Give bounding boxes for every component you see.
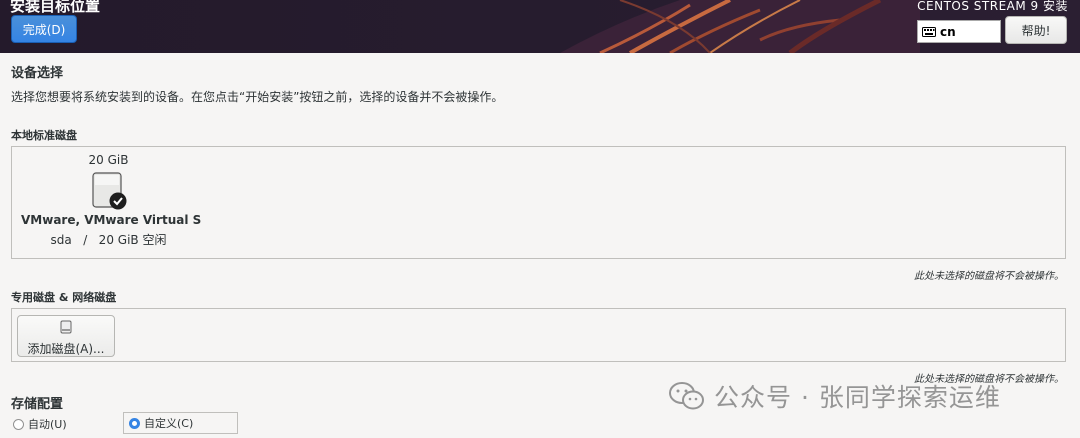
storage-config-heading: 存储配置: [11, 397, 64, 412]
keyboard-layout-indicator[interactable]: cn: [917, 20, 1001, 43]
disk-name: VMware, VMware Virtual S: [21, 213, 202, 227]
radio-automatic-indicator: [13, 418, 24, 430]
radio-custom-label: 自定义(C): [144, 417, 194, 430]
add-disk-label: 添加磁盘(A)...: [27, 342, 105, 356]
add-disk-button[interactable]: 添加磁盘(A)...: [17, 315, 115, 357]
product-title: CENTOS STREAM 9 安装: [917, 0, 1068, 13]
hard-disk-icon: [91, 172, 126, 210]
radio-automatic-label: 自动(U): [28, 418, 67, 431]
radio-custom[interactable]: 自定义(C): [123, 412, 239, 434]
local-disks-heading: 本地标准磁盘: [11, 129, 77, 142]
disk-free-space: sda / 20 GiB 空闲: [50, 233, 167, 247]
page-title: 安装目标位置: [10, 0, 101, 15]
watermark-text: 公众号 · 张同学探索运维: [714, 383, 1001, 412]
specialized-disks-panel: 添加磁盘(A)...: [11, 308, 1066, 362]
local-disks-note: 此处未选择的磁盘将不会被操作。: [914, 271, 1064, 282]
device-selection-description: 选择您想要将系统安装到的设备。在您点击“开始安装”按钮之前，选择的设备并不会被操…: [11, 90, 504, 104]
radio-automatic[interactable]: 自动(U): [13, 416, 67, 432]
keyboard-layout-label: cn: [940, 24, 956, 39]
done-button[interactable]: 完成(D): [11, 15, 77, 43]
keyboard-icon: [922, 26, 936, 37]
wechat-watermark: 公众号 · 张同学探索运维: [668, 378, 1001, 414]
local-disks-panel: 20 GiB VMware, VMware Virtual S sda / 20…: [11, 146, 1066, 259]
disk-small-icon: [60, 320, 72, 334]
disk-size: 20 GiB: [88, 153, 129, 167]
device-selection-heading: 设备选择: [11, 66, 64, 81]
header-bar: 安装目标位置 完成(D) CENTOS STREAM 9 安装 cn 帮助!: [0, 0, 1080, 53]
wechat-icon: [669, 382, 704, 410]
disk-item-sda[interactable]: 20 GiB VMware, VMware Virtual S sda / 20…: [21, 153, 202, 248]
radio-custom-indicator: [129, 417, 140, 429]
help-button[interactable]: 帮助!: [1005, 16, 1067, 44]
header-artwork: [560, 0, 920, 53]
specialized-disks-heading: 专用磁盘 & 网络磁盘: [11, 291, 117, 304]
